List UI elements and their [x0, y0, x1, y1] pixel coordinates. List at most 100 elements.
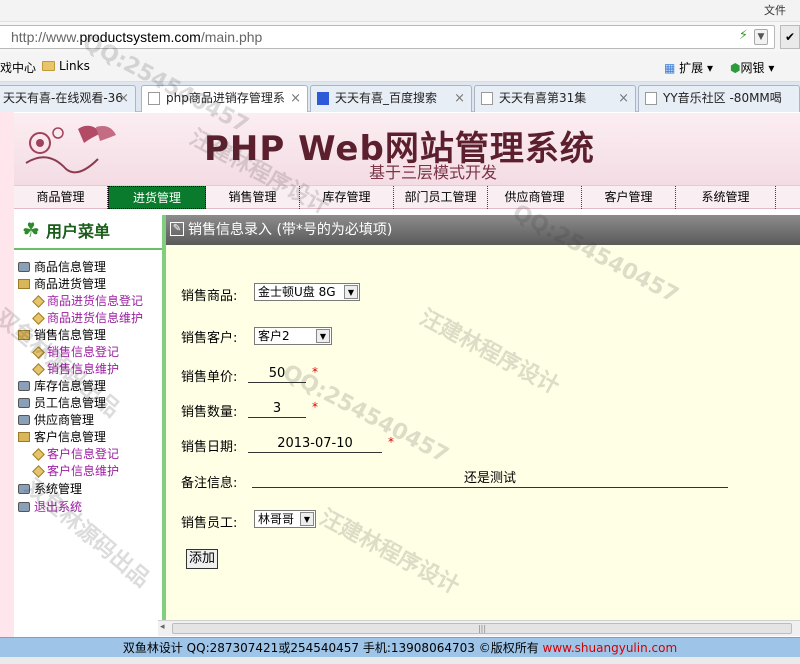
- database-icon: [18, 381, 30, 391]
- folder-icon: [18, 330, 30, 340]
- tree-item-customer-maintain[interactable]: 客户信息维护: [32, 462, 119, 480]
- main-nav: 商品管理 进货管理 销售管理 库存管理 部门员工管理 供应商管理 客户管理 系统…: [14, 185, 800, 209]
- nav-supplier-management[interactable]: 供应商管理: [488, 186, 582, 209]
- tree-item-product-purchase[interactable]: 商品进货管理: [18, 275, 106, 293]
- extensions-button[interactable]: ▦ 扩展 ▾: [664, 59, 713, 76]
- quantity-label: 销售数量:: [181, 405, 238, 420]
- database-icon: [18, 484, 30, 494]
- grid-icon: ▦: [664, 61, 676, 75]
- required-star: *: [312, 365, 318, 379]
- tab-1[interactable]: 天天有喜-在线观看-36 ×: [0, 85, 136, 112]
- tree-item-sales-info[interactable]: 销售信息管理: [18, 326, 106, 344]
- scrollbar-thumb[interactable]: |||: [172, 623, 792, 634]
- folder-icon: [18, 279, 30, 289]
- note-input[interactable]: 还是测试: [252, 471, 728, 488]
- address-url[interactable]: http://www.productsystem.com/main.php: [11, 29, 262, 45]
- tree-item-system[interactable]: 系统管理: [18, 480, 82, 498]
- footer-link[interactable]: www.shuangyulin.com: [543, 641, 678, 655]
- nav-customer-management[interactable]: 客户管理: [582, 186, 676, 209]
- sidebar-title: ☘ 用户菜单: [22, 218, 110, 242]
- leaf-icon: [32, 465, 45, 478]
- chevron-down-icon: ▼: [300, 512, 314, 526]
- leaf-icon: [32, 312, 45, 325]
- quantity-input[interactable]: 3: [248, 401, 306, 418]
- nav-product-management[interactable]: 商品管理: [14, 186, 108, 209]
- date-label: 销售日期:: [181, 440, 238, 455]
- tab-5[interactable]: YY音乐社区 -80MM喝: [638, 85, 800, 112]
- favorite-links[interactable]: Links: [42, 59, 90, 73]
- chevron-down-icon: ▼: [344, 285, 358, 299]
- main-panel: ✎ 销售信息录入 (带*号的为必填项) 销售商品: 金士顿U盘 8G ▼ 销售客户:…: [162, 215, 800, 636]
- employee-label: 销售员工:: [181, 516, 238, 531]
- page-icon: [645, 92, 657, 105]
- folder-icon: [42, 61, 55, 71]
- add-button[interactable]: 添加: [186, 549, 218, 569]
- page-icon: [148, 92, 160, 105]
- product-select[interactable]: 金士顿U盘 8G ▼: [254, 283, 360, 301]
- banner-subtitle: 基于三层模式开发: [369, 163, 498, 182]
- nav-inventory-management[interactable]: 库存管理: [300, 186, 394, 209]
- close-icon[interactable]: ×: [290, 86, 301, 111]
- nav-sales-management[interactable]: 销售管理: [206, 186, 300, 209]
- bank-button[interactable]: ⬢网银 ▾: [730, 59, 774, 76]
- database-icon: [18, 398, 30, 408]
- tab-4[interactable]: 天天有喜第31集 ×: [474, 85, 636, 112]
- page-icon: [481, 92, 493, 105]
- price-input[interactable]: 50: [248, 366, 306, 383]
- folder-icon: [18, 432, 30, 442]
- tree-item-purchase-maintain[interactable]: 商品进货信息维护: [32, 309, 143, 327]
- nav-department-staff[interactable]: 部门员工管理: [394, 186, 488, 209]
- database-icon: [18, 262, 30, 272]
- horizontal-scrollbar[interactable]: ◂ |||: [158, 620, 800, 636]
- leaf-icon: [32, 346, 45, 359]
- status-strip: [0, 657, 800, 664]
- customer-select[interactable]: 客户2 ▼: [254, 327, 332, 345]
- chevron-down-icon: ▼: [316, 329, 330, 343]
- tree-item-sales-register[interactable]: 销售信息登记: [32, 343, 119, 361]
- customer-label: 销售客户:: [181, 331, 238, 346]
- favorites-bar: 戏中心 Links ▦ 扩展 ▾ ⬢网银 ▾: [0, 52, 800, 82]
- sidebar: ☘ 用户菜单 商品信息管理 商品进货管理 商品进货信息登记 商品进货信息维护 销售…: [14, 210, 162, 636]
- employee-select[interactable]: 林哥哥 ▼: [254, 510, 316, 528]
- note-label: 备注信息:: [181, 476, 238, 491]
- tree-item-supplier[interactable]: 供应商管理: [18, 411, 94, 429]
- tab-3[interactable]: 天天有喜_百度搜索 ×: [310, 85, 472, 112]
- left-margin: [0, 112, 14, 637]
- tree-item-sales-maintain[interactable]: 销售信息维护: [32, 360, 119, 378]
- footer: 双鱼林设计 QQ:287307421或254540457 手机:13908064…: [0, 637, 800, 657]
- tree-item-customer-info[interactable]: 客户信息管理: [18, 428, 106, 446]
- database-icon: [18, 415, 30, 425]
- favorite-game-center[interactable]: 戏中心: [0, 59, 36, 76]
- tree-item-product-info[interactable]: 商品信息管理: [18, 258, 106, 276]
- address-bar[interactable]: http://www.productsystem.com/main.php ⚡ …: [0, 25, 775, 49]
- flower-icon: [25, 125, 116, 174]
- chevron-left-icon[interactable]: ◂: [160, 622, 165, 632]
- form-heading: ✎ 销售信息录入 (带*号的为必填项): [166, 215, 800, 245]
- leaf-icon: [32, 448, 45, 461]
- edit-icon: ✎: [170, 222, 184, 236]
- leaf-icon: [32, 363, 45, 376]
- file-menu[interactable]: 文件: [764, 2, 786, 18]
- go-button[interactable]: ✔: [780, 25, 800, 49]
- close-icon[interactable]: ×: [454, 86, 465, 111]
- close-icon[interactable]: ×: [118, 86, 129, 111]
- leaf-icon: [32, 295, 45, 308]
- product-label: 销售商品:: [181, 289, 238, 304]
- tree-item-purchase-register[interactable]: 商品进货信息登记: [32, 292, 143, 310]
- tree-item-logout[interactable]: 退出系统: [18, 498, 82, 516]
- address-row: http://www.productsystem.com/main.php ⚡ …: [0, 22, 800, 52]
- tree-item-inventory-info[interactable]: 库存信息管理: [18, 377, 106, 395]
- tab-2[interactable]: php商品进销存管理系 ×: [141, 85, 308, 113]
- lightning-icon[interactable]: ⚡: [739, 28, 748, 43]
- close-icon[interactable]: ×: [618, 86, 629, 111]
- tree-item-employee-info[interactable]: 员工信息管理: [18, 394, 106, 412]
- clover-icon: ☘: [22, 218, 40, 242]
- nav-purchase-management[interactable]: 进货管理: [108, 186, 206, 209]
- shield-icon: ⬢: [730, 61, 741, 75]
- chevron-down-icon[interactable]: ▼: [754, 29, 768, 45]
- nav-system-management[interactable]: 系统管理: [676, 186, 776, 209]
- date-input[interactable]: 2013-07-10: [248, 436, 382, 453]
- tree-item-customer-register[interactable]: 客户信息登记: [32, 445, 119, 463]
- browser-top-strip: 文件: [0, 0, 800, 22]
- sidebar-divider: [14, 248, 162, 250]
